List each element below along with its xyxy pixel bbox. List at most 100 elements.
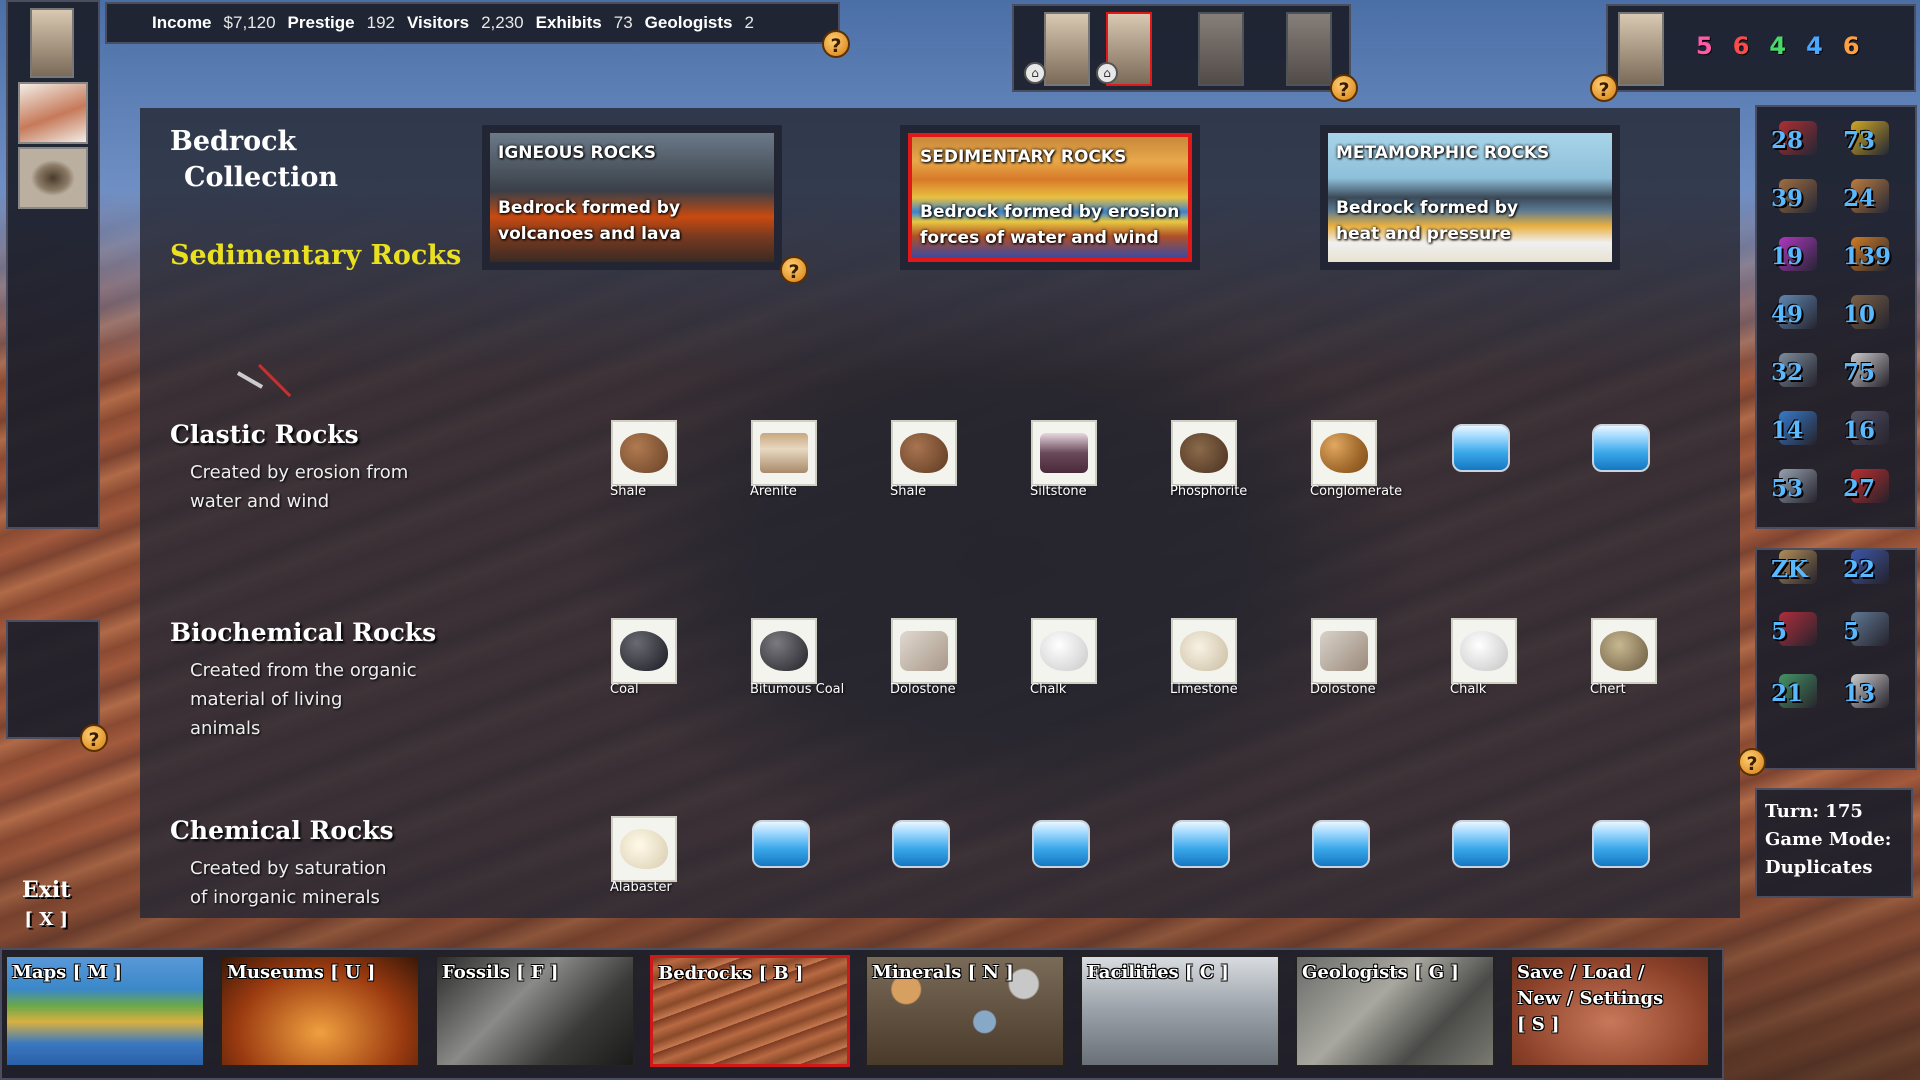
collection-stat-value: 22 <box>1843 556 1876 583</box>
specimen-conglomerate[interactable] <box>1311 420 1377 486</box>
specimen-label: Chalk <box>1450 682 1487 697</box>
nav-museums[interactable]: Museums [ U ] <box>220 955 420 1067</box>
nav-save-load-settings[interactable]: Save / Load / New / Settings[ S ] <box>1510 955 1710 1067</box>
collection-stat-value: 39 <box>1771 185 1804 212</box>
fossil-thumbnail[interactable] <box>18 82 88 144</box>
prestige-label: Prestige <box>287 13 355 32</box>
specimen-label: Conglomerate <box>1310 484 1403 499</box>
exhibits-label: Exhibits <box>535 13 602 32</box>
player-count: 5 <box>1696 32 1713 60</box>
left-lower-panel <box>6 620 100 739</box>
page-title-line2: Collection <box>184 162 338 193</box>
specimen-label: Shale <box>610 484 647 499</box>
specimen-label: Coal <box>610 682 639 697</box>
specimen-alabaster[interactable] <box>611 816 677 882</box>
player-portrait[interactable] <box>1618 12 1664 86</box>
help-icon[interactable]: ? <box>1590 74 1618 102</box>
geologist-portrait-3[interactable] <box>1198 12 1244 86</box>
specimen-chert[interactable] <box>1591 618 1657 684</box>
geologist-selector: ⌂ ⌂ <box>1012 4 1351 92</box>
specimen-chalk[interactable] <box>1451 618 1517 684</box>
category-sedimentary[interactable]: SEDIMENTARY ROCKS Bedrock formed by eros… <box>900 125 1200 270</box>
collection-stat-value: 5 <box>1843 618 1860 645</box>
help-icon[interactable]: ? <box>80 724 108 752</box>
specimen-arenite[interactable] <box>751 420 817 486</box>
collection-stat-value: 19 <box>1771 243 1804 270</box>
sedimentary-image: SEDIMENTARY ROCKS Bedrock formed by eros… <box>908 133 1192 262</box>
visitors-value: 2,230 <box>481 13 524 32</box>
turn-label: Turn: 175 <box>1765 801 1863 822</box>
help-icon[interactable]: ? <box>1738 748 1766 776</box>
specimen-shale[interactable] <box>611 420 677 486</box>
income-label: Income <box>152 13 212 32</box>
player-counts: 56446 <box>1696 32 1860 60</box>
player-count: 6 <box>1732 32 1750 60</box>
exit-shortcut: [ X ] <box>24 909 68 930</box>
game-mode-label: Game Mode: <box>1765 829 1892 850</box>
player-portrait[interactable] <box>30 8 74 78</box>
nav-label: Fossils [ F ] <box>442 962 559 983</box>
player-count: 4 <box>1769 32 1787 60</box>
page-subtitle: Sedimentary Rocks <box>170 240 462 271</box>
specimen-dolostone[interactable] <box>891 618 957 684</box>
turn-panel: Turn: 175 Game Mode: Duplicates <box>1755 788 1913 898</box>
collection-stat-value: 5 <box>1771 618 1788 645</box>
nav-label: Facilities [ C ] <box>1087 962 1229 983</box>
biochemical-description: Created from the organic material of livi… <box>190 660 417 739</box>
empty-slot[interactable] <box>1592 424 1650 472</box>
empty-slot[interactable] <box>1452 424 1510 472</box>
collection-stat-value: 75 <box>1843 359 1876 386</box>
game-mode-value: Duplicates <box>1765 857 1873 878</box>
collection-stat-value: 13 <box>1843 680 1876 707</box>
specimen-chalk[interactable] <box>1031 618 1097 684</box>
specimen-bitumous-coal[interactable] <box>751 618 817 684</box>
empty-slot[interactable] <box>1452 820 1510 868</box>
player-count: 4 <box>1806 32 1823 60</box>
empty-slot[interactable] <box>1172 820 1230 868</box>
help-icon[interactable]: ? <box>822 30 850 58</box>
empty-slot[interactable] <box>1032 820 1090 868</box>
nav-facilities[interactable]: Facilities [ C ] <box>1080 955 1280 1067</box>
specimen-siltstone[interactable] <box>1031 420 1097 486</box>
specimen-label: Dolostone <box>1310 682 1376 697</box>
nav-bedrocks[interactable]: Bedrocks [ B ] <box>650 955 850 1067</box>
category-description: Bedrock formed by heat and pressure <box>1336 198 1519 244</box>
exit-label: Exit <box>22 877 71 903</box>
specimen-label: Limestone <box>1170 682 1238 697</box>
geologist-portrait-1[interactable] <box>1044 12 1090 86</box>
nav-maps[interactable]: Maps [ M ] <box>5 955 205 1067</box>
specimen-label: Siltstone <box>1030 484 1087 499</box>
exit-button[interactable]: Exit [ X ] <box>22 875 70 935</box>
specimen-dolostone[interactable] <box>1311 618 1377 684</box>
chemical-title: Chemical Rocks <box>170 816 394 845</box>
nav-minerals[interactable]: Minerals [ N ] <box>865 955 1065 1067</box>
category-title: SEDIMENTARY ROCKS <box>920 147 1127 167</box>
category-metamorphic[interactable]: METAMORPHIC ROCKS Bedrock formed by heat … <box>1320 125 1620 270</box>
collection-stat-value: 139 <box>1843 243 1892 270</box>
empty-slot[interactable] <box>1592 820 1650 868</box>
nav-fossils[interactable]: Fossils [ F ] <box>435 955 635 1067</box>
empty-slot[interactable] <box>1312 820 1370 868</box>
top-stats-bar: Income $7,120 Prestige 192 Visitors 2,23… <box>105 2 840 44</box>
collection-stat-value: 32 <box>1771 359 1804 386</box>
income-value: $7,120 <box>223 13 276 32</box>
specimen-shale[interactable] <box>891 420 957 486</box>
empty-slot[interactable] <box>892 820 950 868</box>
prestige-value: 192 <box>366 13 395 32</box>
help-icon[interactable]: ? <box>1330 74 1358 102</box>
specimen-limestone[interactable] <box>1171 618 1237 684</box>
category-igneous[interactable]: IGNEOUS ROCKS Bedrock formed by volcanoes… <box>482 125 782 270</box>
exhibits-value: 73 <box>613 13 633 32</box>
collection-stats-panel-2: ZK 22 5 5 21 13 <box>1755 548 1917 770</box>
geologist-portrait-4[interactable] <box>1286 12 1332 86</box>
specimen-coal[interactable] <box>611 618 677 684</box>
collection-stat-value: 27 <box>1843 475 1876 502</box>
nav-geologists[interactable]: Geologists [ G ] <box>1295 955 1495 1067</box>
help-icon[interactable]: ? <box>780 256 808 284</box>
biochemical-title: Biochemical Rocks <box>170 618 437 647</box>
collection-stats-panel: 28 73 39 24 19 139 49 10 32 75 14 16 53 27 <box>1755 105 1917 529</box>
trilobite-thumbnail[interactable] <box>18 147 88 209</box>
specimen-label: Chalk <box>1030 682 1067 697</box>
empty-slot[interactable] <box>752 820 810 868</box>
specimen-phosphorite[interactable] <box>1171 420 1237 486</box>
